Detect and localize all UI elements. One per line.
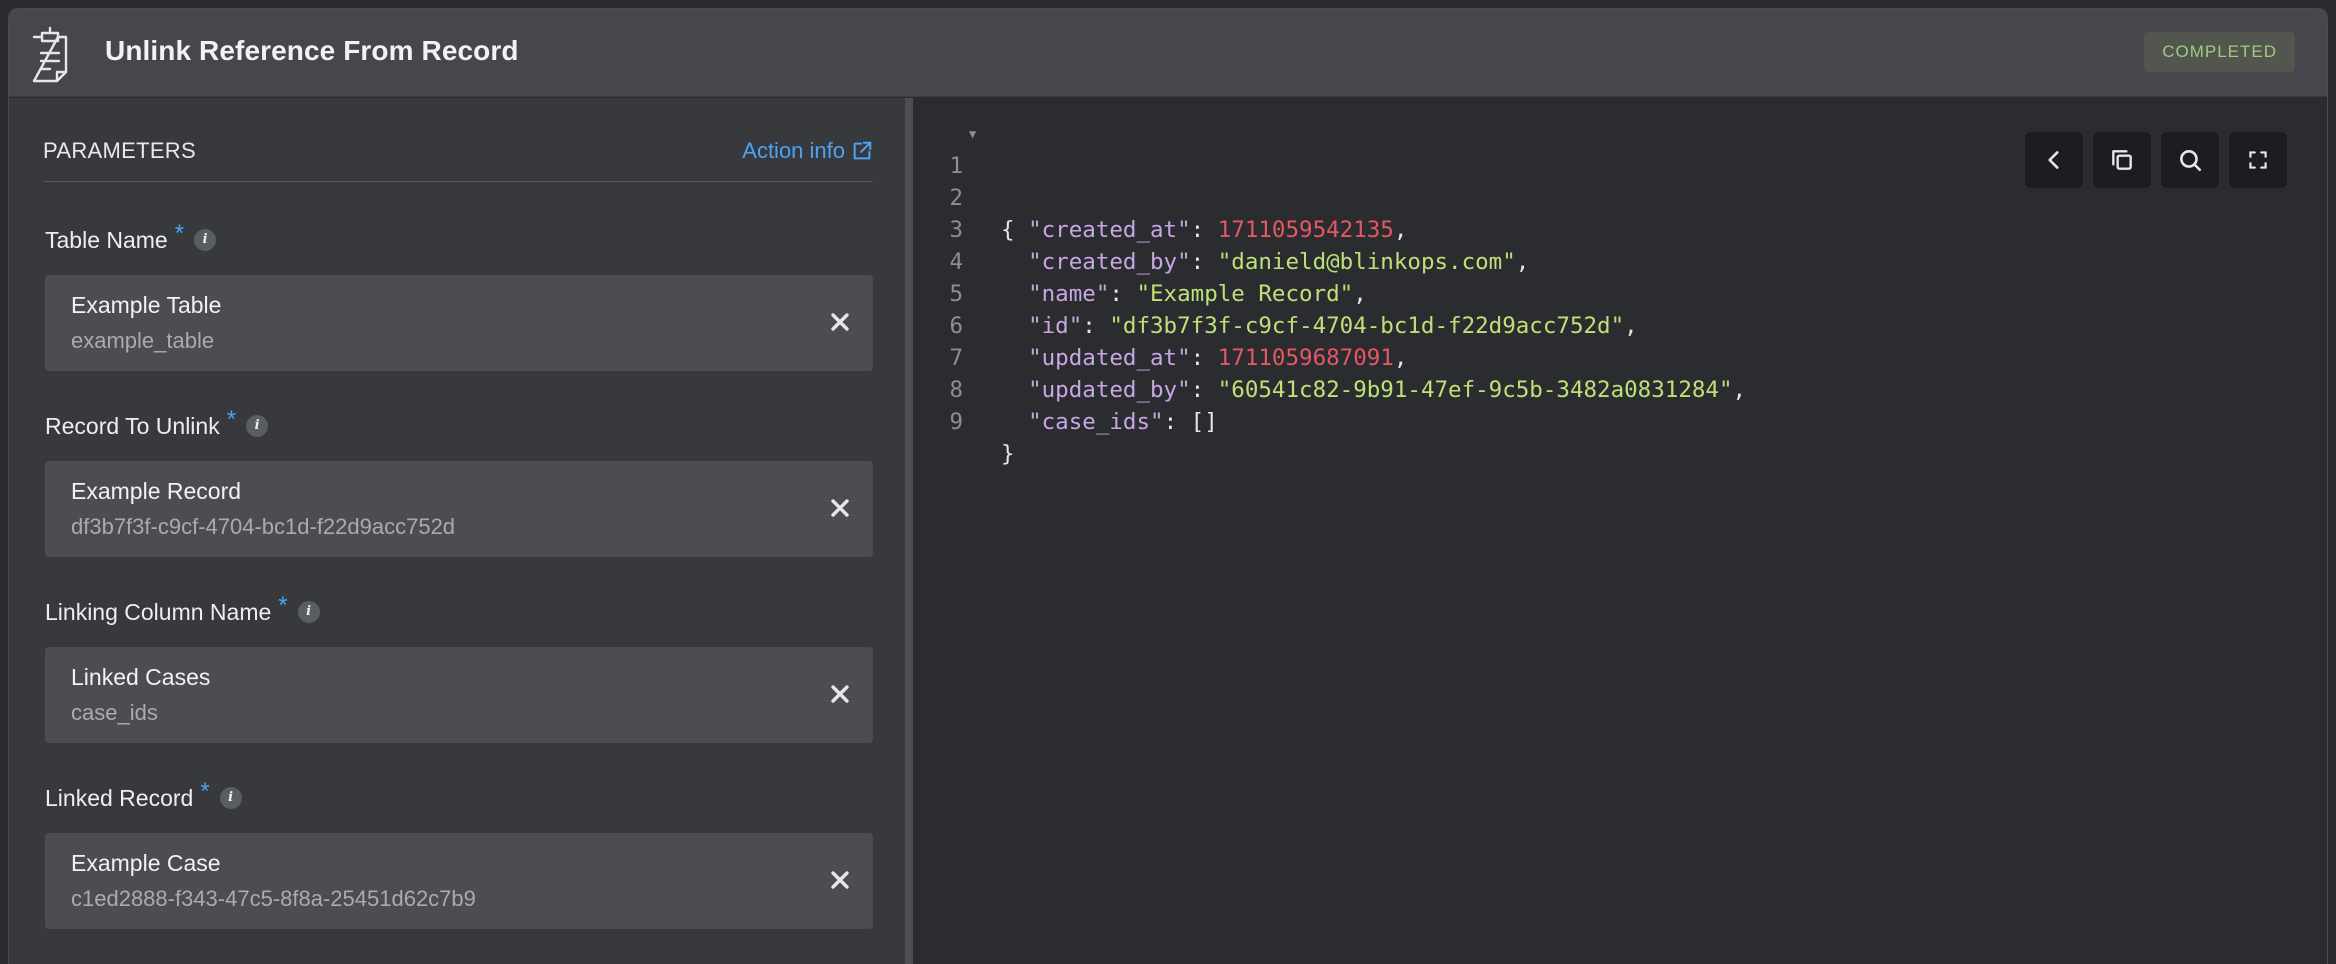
action-info-link[interactable]: Action info [742, 138, 873, 164]
page-title: Unlink Reference From Record [105, 35, 519, 66]
parameters-panel: PARAMETERS Action info Table Name * i Ex… [9, 98, 909, 964]
json-value: 1711059687091 [1217, 345, 1394, 371]
info-icon[interactable]: i [194, 229, 217, 251]
json-key: "updated_by" [1028, 377, 1191, 403]
json-value: "danield@blinkops.com" [1217, 249, 1516, 275]
selected-value-id: case_ids [71, 700, 158, 725]
close-icon[interactable] [823, 863, 857, 897]
code-line: 8 "case_ids": [] [913, 342, 1217, 435]
info-icon[interactable]: i [219, 787, 242, 809]
line-number: 9 [949, 409, 963, 435]
json-key: "case_ids" [1028, 409, 1164, 435]
selected-value: Linked Cases [71, 664, 211, 690]
code-line: 2 "created_at": 1711059542135, [913, 150, 1407, 243]
required-marker: * [200, 778, 210, 805]
fullscreen-icon [2249, 151, 2267, 169]
linking-column-select[interactable]: Linked Cases case_ids [45, 647, 873, 743]
panel-resize-handle[interactable] [905, 98, 913, 964]
header: Unlink Reference From Record COMPLETED [9, 9, 2327, 97]
field-table-name: Table Name * i Example Table example_tab… [45, 220, 873, 371]
selected-value: Example Case [71, 850, 221, 876]
json-value: [] [1190, 409, 1218, 435]
json-viewer[interactable]: 1 ▼ { 2 "created_at": 1711059542135, 3 "… [913, 118, 1746, 467]
json-output-panel: 1 ▼ { 2 "created_at": 1711059542135, 3 "… [913, 98, 2327, 964]
json-value: "60541c82-9b91-47ef-9c5b-3482a0831284" [1217, 377, 1733, 403]
close-brace: } [1001, 441, 1015, 467]
parameters-header: PARAMETERS Action info [43, 138, 873, 182]
required-marker: * [226, 406, 237, 433]
close-icon[interactable] [823, 305, 857, 339]
field-label: Record To Unlink [45, 412, 220, 439]
record-to-unlink-select[interactable]: Example Record df3b7f3f-c9cf-4704-bc1d-f… [45, 461, 873, 557]
json-toolbar [2025, 132, 2287, 188]
code-line: 5 "id": "df3b7f3f-c9cf-4704-bc1d-f22d9ac… [913, 246, 1637, 339]
field-label: Table Name [45, 226, 168, 253]
json-key: "created_by" [1028, 249, 1191, 275]
copy-icon [2112, 150, 2132, 170]
copy-button[interactable] [2093, 132, 2151, 188]
info-icon[interactable]: i [297, 601, 320, 623]
linked-record-select[interactable]: Example Case c1ed2888-f343-47c5-8f8a-254… [45, 833, 873, 929]
code-line: 7 "updated_by": "60541c82-9b91-47ef-9c5b… [913, 310, 1746, 403]
selected-value: Example Record [71, 478, 242, 504]
field-label: Linked Record [45, 784, 194, 811]
info-icon[interactable]: i [246, 415, 269, 437]
code-line: 6 "updated_at": 1711059687091, [913, 278, 1407, 371]
field-record-to-unlink: Record To Unlink * i Example Record df3b… [45, 406, 873, 557]
field-label: Linking Column Name [45, 598, 272, 625]
chevron-left-icon [2048, 151, 2059, 169]
fullscreen-button[interactable] [2229, 132, 2287, 188]
selected-value: Example Table [71, 292, 222, 318]
action-window: Unlink Reference From Record COMPLETED P… [8, 8, 2328, 964]
status-badge: COMPLETED [2144, 32, 2295, 72]
json-key: "name" [1028, 281, 1110, 307]
clipboard-icon [32, 26, 68, 83]
action-info-label: Action info [742, 138, 845, 163]
json-key: "created_at" [1028, 217, 1191, 243]
required-marker: * [278, 592, 288, 619]
search-icon [2180, 150, 2202, 172]
search-button[interactable] [2161, 132, 2219, 188]
selected-value-id: df3b7f3f-c9cf-4704-bc1d-f22d9acc752d [71, 514, 456, 539]
code-line: 4 "name": "Example Record", [913, 214, 1366, 307]
external-link-icon [853, 141, 872, 160]
code-line: 3 "created_by": "danield@blinkops.com", [913, 182, 1529, 275]
json-key: "id" [1028, 313, 1083, 339]
json-value: 1711059542135 [1217, 217, 1394, 243]
code-line: 1 ▼ { [913, 118, 1021, 243]
field-linked-record: Linked Record * i Example Case c1ed2888-… [45, 778, 873, 929]
table-name-select[interactable]: Example Table example_table [45, 275, 873, 371]
parameters-title: PARAMETERS [43, 138, 196, 163]
back-button[interactable] [2025, 132, 2083, 188]
fold-toggle-icon[interactable]: ▼ [969, 118, 976, 150]
json-value: "df3b7f3f-c9cf-4704-bc1d-f22d9acc752d" [1109, 313, 1625, 339]
code-line: 9 } [913, 374, 1021, 467]
json-value: "Example Record" [1136, 281, 1354, 307]
selected-value-id: example_table [71, 328, 215, 353]
field-linking-column-name: Linking Column Name * i Linked Cases cas… [45, 592, 873, 743]
json-key: "updated_at" [1028, 345, 1191, 371]
close-icon[interactable] [823, 491, 857, 525]
required-marker: * [174, 220, 185, 247]
close-icon[interactable] [823, 677, 857, 711]
selected-value-id: c1ed2888-f343-47c5-8f8a-25451d62c7b9 [71, 886, 476, 911]
